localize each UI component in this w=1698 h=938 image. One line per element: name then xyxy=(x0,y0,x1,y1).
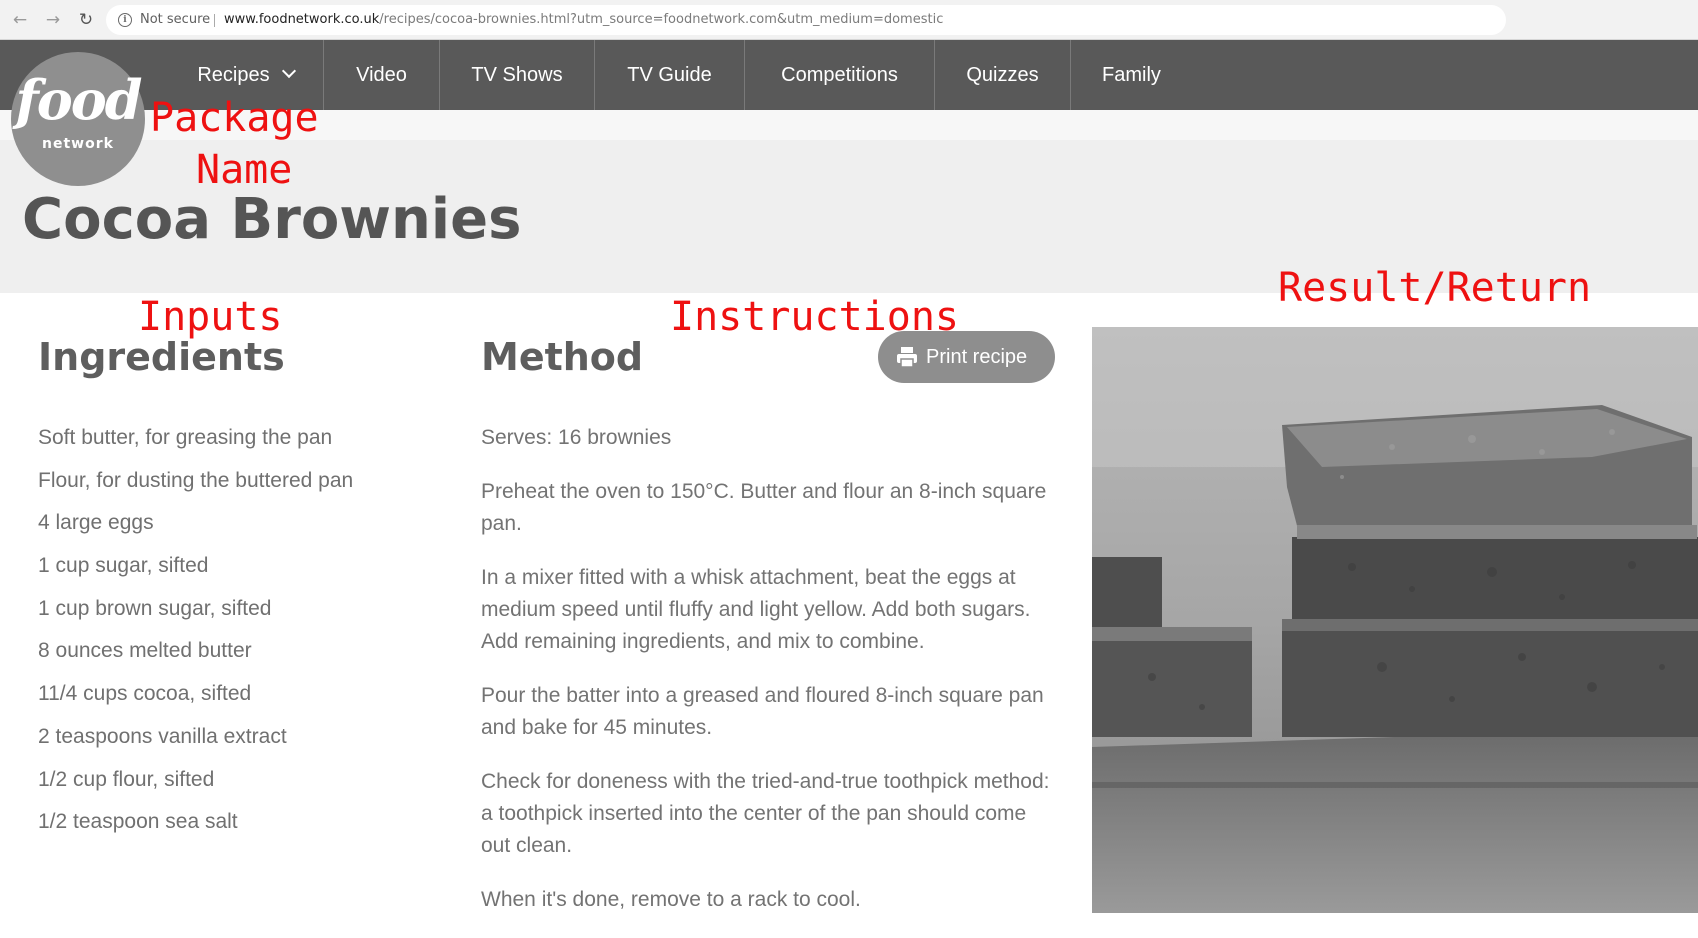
ingredient-item: 2 teaspoons vanilla extract xyxy=(38,724,287,748)
method-step: Check for doneness with the tried-and-tr… xyxy=(481,770,1050,857)
annotation-result: Result/Return xyxy=(1278,265,1592,311)
reload-icon[interactable]: ↻ xyxy=(76,10,96,30)
printer-icon xyxy=(897,347,917,368)
security-status: Not secure xyxy=(140,12,211,27)
brownies-image xyxy=(1092,327,1698,913)
ingredient-item: 1/2 teaspoon sea salt xyxy=(38,810,238,834)
url-domain: www.foodnetwork.co.uk xyxy=(224,12,380,27)
method-step: In a mixer fitted with a whisk attachmen… xyxy=(481,566,1031,653)
ingredient-item: 1 cup sugar, sifted xyxy=(38,554,209,578)
method-step: Pour the batter into a greased and flour… xyxy=(481,684,1044,739)
nav-item-competitions[interactable]: Competitions xyxy=(745,40,934,110)
food-network-logo[interactable]: food network xyxy=(11,52,145,186)
ingredient-item: Soft butter, for greasing the pan xyxy=(38,426,333,449)
nav-item-video[interactable]: Video xyxy=(324,40,439,110)
method-heading: Method xyxy=(481,335,644,379)
nav-item-quizzes[interactable]: Quizzes xyxy=(935,40,1070,110)
nav-item-tv-guide[interactable]: TV Guide xyxy=(595,40,744,110)
url-divider xyxy=(214,14,215,27)
logo-wordmark: food xyxy=(15,68,142,132)
annotation-inputs: Inputs xyxy=(138,294,283,340)
ingredient-item: 1/2 cup flour, sifted xyxy=(38,767,215,791)
url-text[interactable]: www.foodnetwork.co.uk/recipes/cocoa-brow… xyxy=(224,5,943,35)
print-recipe-button[interactable]: Print recipe xyxy=(878,331,1055,383)
nav-item-family[interactable]: Family xyxy=(1071,40,1192,110)
method-step: Preheat the oven to 150°C. Butter and fl… xyxy=(481,480,1047,535)
nav-item-tv-shows[interactable]: TV Shows xyxy=(440,40,594,110)
back-arrow-icon[interactable]: ← xyxy=(10,10,30,30)
serves-text: Serves: 16 brownies xyxy=(481,426,672,449)
ingredients-list: Soft butter, for greasing the pan Flour,… xyxy=(38,422,353,849)
logo-subtitle: network xyxy=(42,136,114,152)
nav-item-label: Recipes xyxy=(197,64,270,86)
ingredient-item: 8 ounces melted butter xyxy=(38,639,252,663)
chevron-down-icon xyxy=(281,63,296,79)
url-path: /recipes/cocoa-brownies.html?utm_source=… xyxy=(379,12,944,27)
annotation-package: Package xyxy=(150,95,319,141)
ingredient-item: Flour, for dusting the buttered pan xyxy=(38,468,354,492)
method-step: When it's done, remove to a rack to cool… xyxy=(481,888,861,911)
info-icon[interactable]: i xyxy=(118,13,132,27)
ingredient-item: 1 cup brown sugar, sifted xyxy=(38,596,272,620)
recipe-title: Cocoa Brownies xyxy=(22,187,522,252)
ingredient-item: 4 large eggs xyxy=(38,511,154,535)
method-steps: Serves: 16 brownies Preheat the oven to … xyxy=(481,422,1061,938)
print-recipe-label: Print recipe xyxy=(926,346,1028,368)
ingredient-item: 11/4 cups cocoa, sifted xyxy=(38,682,252,706)
forward-arrow-icon[interactable]: → xyxy=(43,10,63,30)
url-bar[interactable]: i Not secure www.foodnetwork.co.uk/recip… xyxy=(106,5,1506,35)
ingredients-heading: Ingredients xyxy=(38,335,285,379)
recipe-photo xyxy=(1092,327,1698,913)
browser-address-bar: ← → ↻ i Not secure www.foodnetwork.co.uk… xyxy=(0,0,1698,40)
